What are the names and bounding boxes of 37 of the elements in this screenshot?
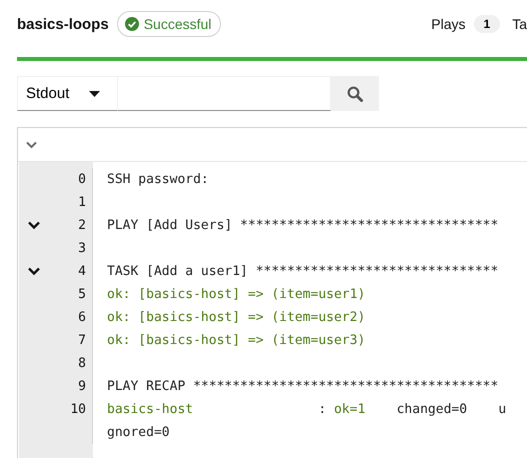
chevron-down-icon[interactable] <box>28 221 40 230</box>
log-text: ok: [basics-host] => (item=user3) <box>107 333 366 348</box>
line-number: 10 <box>70 401 87 419</box>
stat-label: Ta <box>512 16 527 32</box>
line-number: 9 <box>78 378 87 396</box>
log-text: changed=0 u <box>396 402 506 417</box>
count-badge: 1 <box>474 15 500 33</box>
status-label: Successful <box>116 11 222 37</box>
caret-icon <box>89 90 100 96</box>
line-number: 2 <box>78 217 87 235</box>
stat-label: Plays <box>431 16 466 32</box>
log-text: ok: [basics-host] => (item=user1) <box>107 287 366 302</box>
line-number: 3 <box>78 240 87 258</box>
job-title: basics-loops <box>17 16 109 32</box>
line-number: 1 <box>78 194 87 212</box>
log-text: basics-host <box>107 402 194 417</box>
line-number: 7 <box>78 332 87 350</box>
line-number: 0 <box>78 171 87 189</box>
search-icon <box>347 86 363 102</box>
log-text: PLAY RECAP *************************************** <box>107 379 498 394</box>
log-text: ok=1 <box>332 402 366 417</box>
log-text: TASK [Add a user1] ******************************* <box>107 264 498 279</box>
log-text: ok: [basics-host] => (item=user2) <box>107 310 366 325</box>
search-button[interactable] <box>331 76 379 111</box>
line-number: 4 <box>78 263 87 281</box>
chevron-down-icon <box>26 140 37 148</box>
chevron-down-icon[interactable] <box>28 267 40 276</box>
log-text: gnored=0 <box>107 425 170 440</box>
line-number: 5 <box>78 286 87 304</box>
log-text: : <box>317 402 326 417</box>
log-text: PLAY [Add Users] ********************************* <box>107 218 498 233</box>
line-number: 6 <box>78 309 87 327</box>
search-field[interactable] <box>118 76 331 111</box>
check-circle-icon <box>124 17 139 31</box>
log-text: SSH password: <box>107 172 209 187</box>
stream-select[interactable]: Stdout <box>17 76 118 111</box>
line-number: 8 <box>78 355 87 373</box>
